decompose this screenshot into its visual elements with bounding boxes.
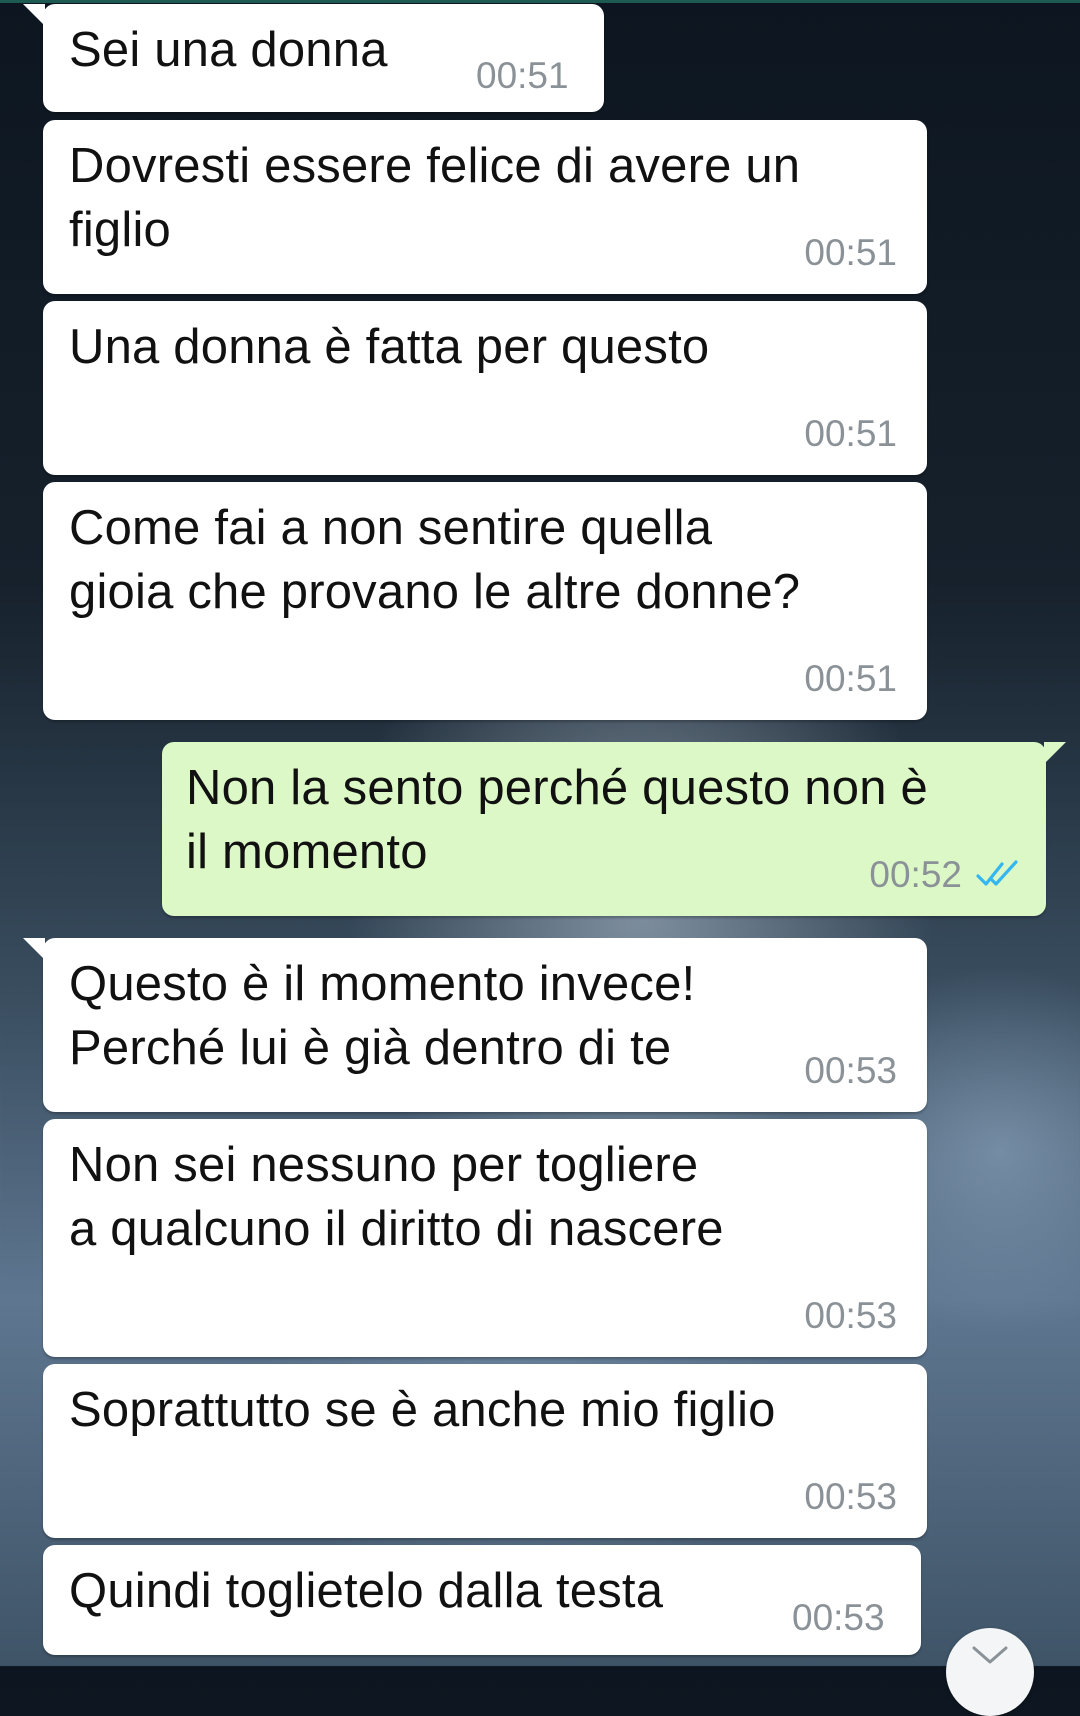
scroll-to-bottom-button[interactable] xyxy=(946,1628,1034,1716)
message-timestamp: 00:51 xyxy=(804,658,897,699)
message-timestamp: 00:53 xyxy=(804,1295,897,1336)
message-timestamp: 00:52 xyxy=(869,854,962,895)
message-timestamp: 00:51 xyxy=(476,55,569,96)
message-bubble-incoming[interactable]: Sei una donna 00:51 xyxy=(23,4,604,112)
message-bubble-incoming[interactable]: Quindi toglietelo dalla testa 00:53 xyxy=(43,1545,921,1655)
conversation-area[interactable]: Sei una donna 00:51 Dovresti essere feli… xyxy=(0,0,1080,1666)
message-timestamp: 00:51 xyxy=(804,413,897,454)
message-bubble-outgoing[interactable]: Non la sento perché questo non è il mome… xyxy=(162,742,1066,916)
message-text: Una donna è fatta per questo xyxy=(69,320,710,374)
message-timestamp: 00:51 xyxy=(804,232,897,273)
message-text: Sei una donna xyxy=(69,23,388,77)
message-text: Dovresti essere felice di avere un figli… xyxy=(69,139,801,257)
message-bubble-incoming[interactable]: Come fai a non sentire quella gioia che … xyxy=(43,482,927,720)
bubble-tail xyxy=(23,4,45,26)
message-bubble-incoming[interactable]: Una donna è fatta per questo 00:51 xyxy=(43,301,927,475)
message-timestamp: 00:53 xyxy=(792,1597,885,1638)
message-text: Soprattutto se è anche mio figlio xyxy=(69,1383,776,1437)
message-text: Come fai a non sentire quella gioia che … xyxy=(69,501,801,619)
bubble-tail xyxy=(1044,742,1066,764)
message-bubble-incoming[interactable]: Questo è il momento invece! Perché lui è… xyxy=(23,938,927,1112)
chevron-down-icon xyxy=(972,1646,1008,1664)
message-text: Non la sento perché questo non è il mome… xyxy=(186,761,928,879)
message-bubble-incoming[interactable]: Soprattutto se è anche mio figlio 00:53 xyxy=(43,1364,927,1538)
message-text: Non sei nessuno per togliere a qualcuno … xyxy=(69,1138,724,1256)
message-bubble-incoming[interactable]: Non sei nessuno per togliere a qualcuno … xyxy=(43,1119,927,1357)
message-timestamp: 00:53 xyxy=(804,1050,897,1091)
message-text: Quindi toglietelo dalla testa xyxy=(69,1564,664,1618)
bubble-tail xyxy=(23,938,45,960)
message-bubble-incoming[interactable]: Dovresti essere felice di avere un figli… xyxy=(43,120,927,294)
message-timestamp: 00:53 xyxy=(804,1476,897,1517)
double-check-read-icon xyxy=(976,860,1018,886)
message-text: Questo è il momento invece! Perché lui è… xyxy=(69,957,696,1075)
